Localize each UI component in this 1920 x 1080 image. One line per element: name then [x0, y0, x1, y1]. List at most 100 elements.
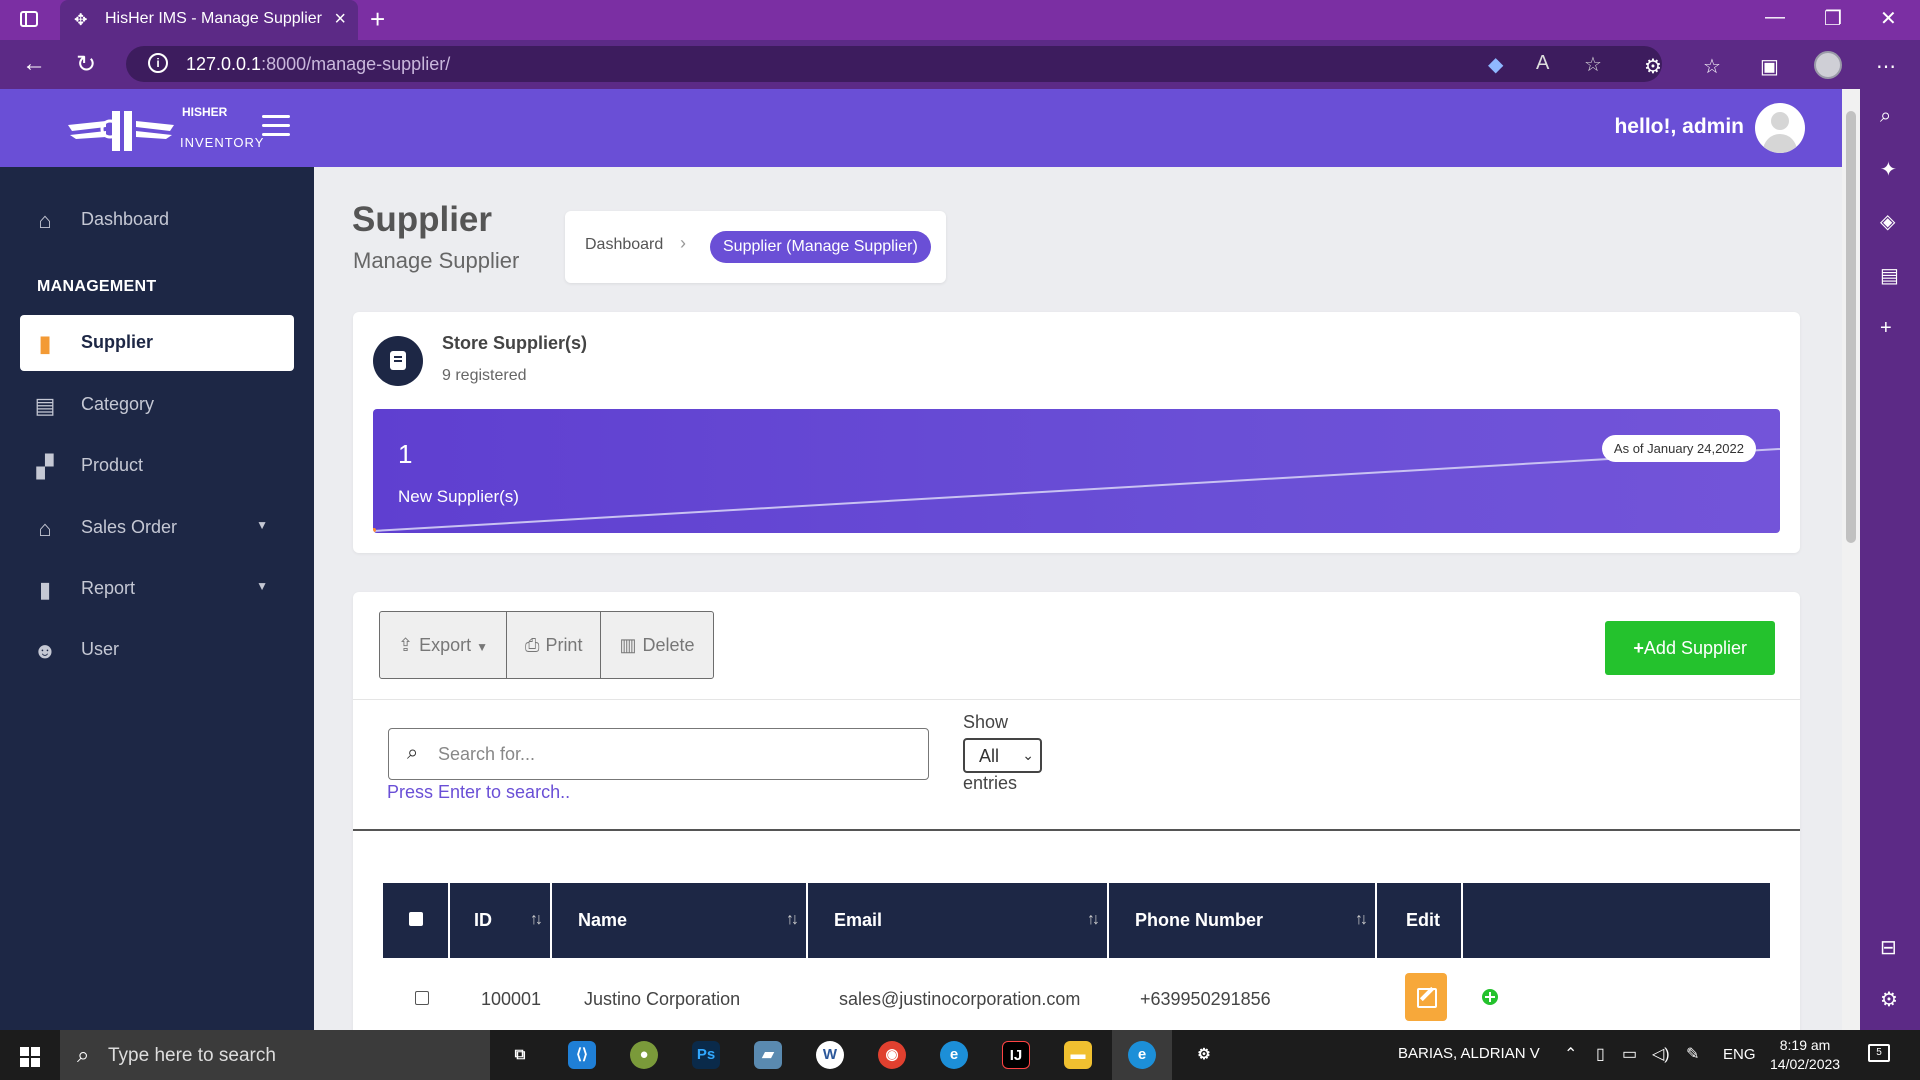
- sidebar-item-dashboard[interactable]: ⌂ Dashboard: [20, 192, 294, 248]
- cell-edit: [1376, 958, 1462, 1040]
- edge-icon[interactable]: e: [940, 1041, 968, 1069]
- search-input[interactable]: [438, 741, 908, 767]
- word-icon[interactable]: W: [816, 1041, 844, 1069]
- delete-button[interactable]: ▥ Delete: [601, 612, 712, 678]
- supplier-table: ID ↑↓ Name ↑↓ Email ↑↓ Phone Number ↑↓ Edit …: [383, 883, 1770, 1040]
- sort-icon[interactable]: ↑↓: [1087, 911, 1100, 929]
- browser-tab[interactable]: ✥ HisHer IMS - Manage Supplier ×: [60, 0, 358, 40]
- sidebar: ⌂ Dashboard MANAGEMENT ▮ Supplier ▤ Cate…: [0, 167, 314, 1030]
- read-aloud-icon[interactable]: A: [1536, 52, 1549, 75]
- breadcrumb-current: Supplier (Manage Supplier): [710, 231, 931, 263]
- column-header-expand: [1462, 883, 1770, 958]
- chevron-down-icon: ⌄: [1022, 747, 1034, 763]
- avatar[interactable]: [1755, 103, 1805, 153]
- app-header: hello!, admin: [314, 89, 1842, 167]
- settings-icon[interactable]: ⚙: [1190, 1041, 1218, 1069]
- site-favicon-icon: ✥: [74, 12, 88, 29]
- jetbrains-icon[interactable]: IJ: [1002, 1041, 1030, 1069]
- address-book-icon: [373, 336, 423, 386]
- edit-button[interactable]: [1405, 972, 1447, 1021]
- settings-icon[interactable]: ⚙: [1880, 987, 1898, 1012]
- add-supplier-button[interactable]: +Add Supplier: [1605, 621, 1775, 675]
- entries-select[interactable]: All ⌄: [963, 738, 1042, 773]
- table-row: 100001 Justino Corporation sales@justino…: [383, 958, 1770, 1040]
- back-icon[interactable]: ←: [22, 50, 46, 78]
- taskbar-search[interactable]: ⌕ Type here to search: [60, 1030, 490, 1080]
- app-icon[interactable]: ▰: [754, 1041, 782, 1069]
- more-menu-icon[interactable]: ⋯: [1876, 54, 1896, 79]
- language-indicator[interactable]: ENG: [1723, 1046, 1756, 1063]
- add-favorite-icon[interactable]: ☆: [1584, 52, 1602, 77]
- app-icon[interactable]: ●: [630, 1041, 658, 1069]
- add-icon[interactable]: +: [1880, 317, 1892, 340]
- refresh-icon[interactable]: ↻: [76, 50, 96, 79]
- show-hidden-icons[interactable]: ⌃: [1564, 1044, 1577, 1064]
- network-icon[interactable]: ▭: [1622, 1044, 1637, 1064]
- sidebar-item-user[interactable]: ☻ User: [20, 622, 294, 678]
- task-view-icon[interactable]: ⧉: [506, 1041, 534, 1069]
- new-tab-icon[interactable]: +: [370, 4, 385, 35]
- tab-close-icon[interactable]: ×: [334, 8, 346, 31]
- sidebar-item-product[interactable]: ▞ Product: [20, 438, 294, 494]
- column-header-phone[interactable]: Phone Number ↑↓: [1108, 883, 1377, 958]
- column-header-name[interactable]: Name ↑↓: [551, 883, 808, 958]
- column-header-email[interactable]: Email ↑↓: [807, 883, 1109, 958]
- search-icon[interactable]: ⌕: [1880, 105, 1891, 128]
- copilot-icon[interactable]: ◈: [1880, 209, 1895, 234]
- windows-start-icon[interactable]: [20, 1047, 40, 1067]
- profile-icon[interactable]: [1814, 51, 1842, 79]
- sidebar-item-label: Product: [81, 455, 144, 475]
- vscode-icon[interactable]: ⟨⟩: [568, 1041, 596, 1069]
- hide-sidebar-icon[interactable]: ⊟: [1880, 935, 1897, 960]
- hisher-inventory-logo[interactable]: HISHER INVENTORY: [66, 103, 263, 157]
- logo-text-bottom: INVENTORY: [180, 135, 265, 150]
- minimize-icon[interactable]: —: [1765, 6, 1785, 29]
- menu-toggle-icon[interactable]: [262, 115, 290, 137]
- page-scrollbar[interactable]: [1842, 89, 1860, 1030]
- supplier-stats-card: Store Supplier(s) 9 registered 1 New Sup…: [353, 312, 1800, 553]
- scrollbar-thumb[interactable]: [1846, 111, 1856, 543]
- sparkle-icon[interactable]: ✦: [1880, 157, 1897, 182]
- sidebar-item-category[interactable]: ▤ Category: [20, 377, 294, 433]
- column-header-id[interactable]: ID ↑↓: [449, 883, 552, 958]
- notifications-icon[interactable]: 5: [1868, 1044, 1890, 1062]
- sidebar-item-report[interactable]: ▮ Report ▼: [20, 561, 294, 617]
- edge-icon[interactable]: e: [1128, 1041, 1156, 1069]
- chrome-icon[interactable]: ◉: [878, 1041, 906, 1069]
- close-window-icon[interactable]: ✕: [1880, 6, 1897, 31]
- site-info-icon[interactable]: i: [148, 53, 168, 73]
- show-label: Show: [963, 712, 1009, 732]
- taskbar-user[interactable]: BARIAS, ALDRIAN V: [1398, 1045, 1540, 1062]
- sort-icon[interactable]: ↑↓: [786, 911, 799, 929]
- logo-emblem-icon: [68, 111, 174, 151]
- print-button[interactable]: ⎙ Print: [507, 612, 602, 678]
- tab-actions-icon[interactable]: [20, 11, 38, 27]
- table-header-row: ID ↑↓ Name ↑↓ Email ↑↓ Phone Number ↑↓ Edit: [383, 883, 1770, 958]
- file-explorer-icon[interactable]: ▬: [1064, 1041, 1092, 1069]
- row-checkbox[interactable]: [415, 990, 429, 1005]
- url-field[interactable]: i 127.0.0.1:8000/manage-supplier/ ◆ A ☆: [126, 46, 1662, 82]
- outlook-icon[interactable]: ▤: [1880, 263, 1899, 288]
- pen-icon[interactable]: ✎: [1686, 1044, 1699, 1064]
- volume-icon[interactable]: ◁): [1652, 1044, 1670, 1064]
- coupon-tag-icon[interactable]: ◆: [1488, 52, 1503, 77]
- restore-icon[interactable]: ❐: [1824, 6, 1842, 31]
- user-greeting[interactable]: hello!, admin: [1614, 115, 1744, 139]
- breadcrumb-dashboard-link[interactable]: Dashboard: [585, 236, 663, 254]
- export-button[interactable]: ⇪ Export ▼: [380, 612, 508, 678]
- extensions-icon[interactable]: ⚙: [1644, 54, 1662, 79]
- delete-label: Delete: [642, 635, 695, 655]
- select-all-checkbox[interactable]: [409, 912, 423, 926]
- collections-icon[interactable]: ▣: [1760, 54, 1779, 79]
- photoshop-icon[interactable]: Ps: [692, 1041, 720, 1069]
- sort-icon[interactable]: ↑↓: [530, 911, 543, 929]
- sort-icon[interactable]: ↑↓: [1355, 911, 1368, 929]
- usb-icon[interactable]: ▯: [1596, 1044, 1605, 1064]
- taskbar-clock[interactable]: 8:19 am 14/02/2023: [1770, 1036, 1840, 1074]
- favorites-icon[interactable]: ☆: [1703, 54, 1721, 79]
- edge-sidebar: ⌕ ✦ ◈ ▤ + ⊟ ⚙: [1860, 89, 1920, 1030]
- expand-row-icon[interactable]: [1482, 988, 1498, 1005]
- sidebar-item-supplier[interactable]: ▮ Supplier: [20, 315, 294, 371]
- url-text: 127.0.0.1:8000/manage-supplier/: [186, 54, 450, 75]
- sidebar-item-sales-order[interactable]: ⌂ Sales Order ▼: [20, 500, 294, 556]
